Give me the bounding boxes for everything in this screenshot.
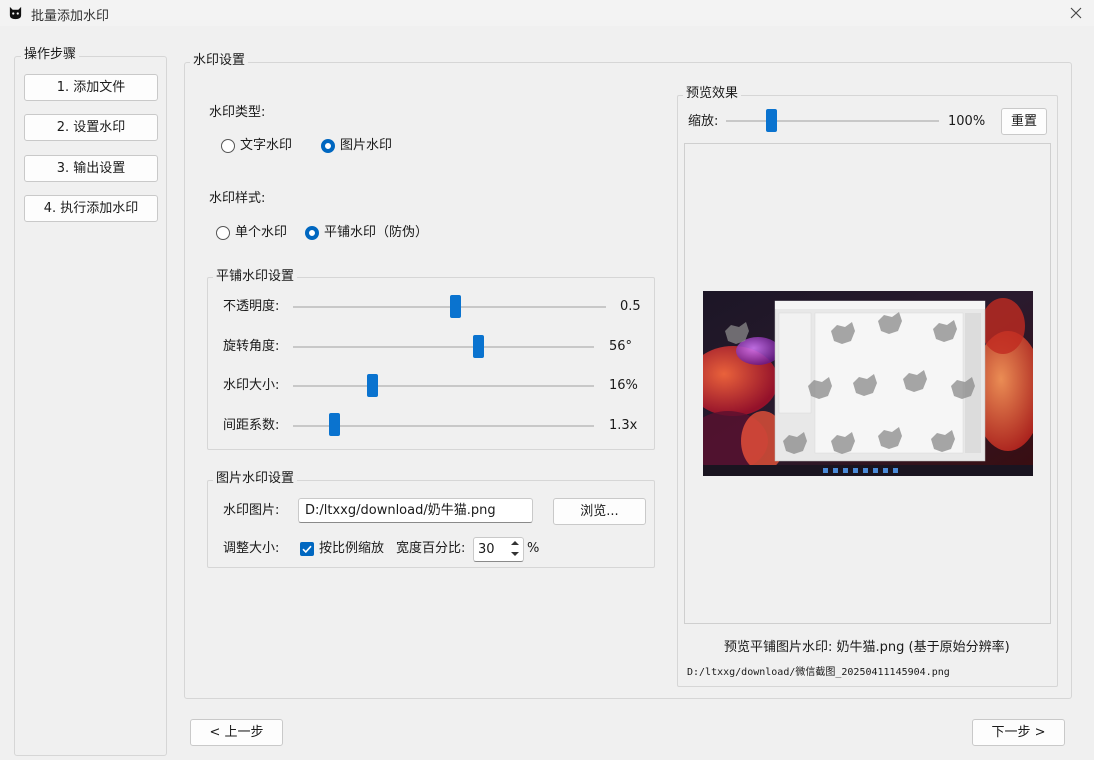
spacing-label: 间距系数: bbox=[223, 418, 280, 433]
type-label: 水印类型: bbox=[209, 105, 266, 120]
spin-up-icon[interactable] bbox=[509, 539, 521, 547]
rotation-value: 56° bbox=[609, 339, 633, 354]
watermark-image-label: 水印图片: bbox=[223, 503, 280, 518]
window-title: 批量添加水印 bbox=[31, 9, 110, 24]
text-watermark-radio[interactable] bbox=[221, 139, 235, 153]
width-percent-label: 宽度百分比: bbox=[396, 541, 466, 556]
prev-step-button[interactable]: < 上一步 bbox=[190, 719, 283, 746]
tiled-watermark-radio[interactable] bbox=[305, 226, 319, 240]
spacing-value: 1.3x bbox=[609, 418, 638, 433]
rotation-label: 旋转角度: bbox=[223, 339, 280, 354]
watermark-image-path-input[interactable]: D:/ltxxg/download/奶牛猫.png bbox=[298, 498, 533, 523]
proportional-label[interactable]: 按比例缩放 bbox=[319, 541, 384, 557]
opacity-slider-thumb[interactable] bbox=[450, 295, 461, 318]
spacing-slider-thumb[interactable] bbox=[329, 413, 340, 436]
preview-file-path: D:/ltxxg/download/微信截图_20250411145904.pn… bbox=[687, 667, 950, 678]
zoom-value: 100% bbox=[948, 114, 986, 129]
preview-caption: 预览平铺图片水印: 奶牛猫.png (基于原始分辨率) bbox=[724, 640, 1010, 655]
rotation-slider-track[interactable] bbox=[293, 346, 594, 348]
image-watermark-label[interactable]: 图片水印 bbox=[340, 138, 392, 154]
image-watermark-radio[interactable] bbox=[321, 139, 335, 153]
browse-button[interactable]: 浏览... bbox=[553, 498, 646, 525]
size-label: 水印大小: bbox=[223, 378, 280, 393]
preview-title: 预览效果 bbox=[683, 86, 742, 102]
spin-down-icon[interactable] bbox=[509, 550, 521, 558]
image-settings-title: 图片水印设置 bbox=[213, 471, 298, 487]
step-add-files-button[interactable]: 1. 添加文件 bbox=[24, 74, 158, 101]
next-step-button[interactable]: 下一步 > bbox=[972, 719, 1065, 746]
single-watermark-radio[interactable] bbox=[216, 226, 230, 240]
opacity-label: 不透明度: bbox=[223, 299, 280, 314]
step-execute-button[interactable]: 4. 执行添加水印 bbox=[24, 195, 158, 222]
proportional-checkbox[interactable] bbox=[300, 542, 314, 556]
title-bar: 批量添加水印 bbox=[0, 0, 1094, 26]
cat-app-icon bbox=[9, 6, 22, 20]
tiled-watermark-label[interactable]: 平铺水印（防伪） bbox=[324, 225, 428, 241]
reset-zoom-button[interactable]: 重置 bbox=[1001, 108, 1047, 135]
zoom-label: 缩放: bbox=[688, 114, 719, 129]
zoom-slider-track[interactable] bbox=[726, 120, 939, 122]
resize-label: 调整大小: bbox=[223, 541, 280, 556]
rotation-slider-thumb[interactable] bbox=[473, 335, 484, 358]
settings-title: 水印设置 bbox=[190, 53, 249, 69]
close-icon[interactable] bbox=[1066, 3, 1086, 23]
step-output-settings-button[interactable]: 3. 输出设置 bbox=[24, 155, 158, 182]
width-percent-value: 30 bbox=[478, 542, 495, 557]
opacity-value: 0.5 bbox=[620, 299, 641, 314]
steps-title: 操作步骤 bbox=[21, 47, 80, 63]
text-watermark-label[interactable]: 文字水印 bbox=[240, 138, 292, 154]
size-slider-track[interactable] bbox=[293, 385, 594, 387]
size-slider-thumb[interactable] bbox=[367, 374, 378, 397]
checkmark-icon bbox=[302, 545, 312, 554]
step-watermark-settings-button[interactable]: 2. 设置水印 bbox=[24, 114, 158, 141]
percent-unit: % bbox=[527, 541, 540, 556]
tile-settings-title: 平铺水印设置 bbox=[213, 269, 298, 285]
preview-image bbox=[703, 291, 1033, 476]
size-value: 16% bbox=[609, 378, 638, 393]
style-label: 水印样式: bbox=[209, 191, 266, 206]
zoom-slider-thumb[interactable] bbox=[766, 109, 777, 132]
single-watermark-label[interactable]: 单个水印 bbox=[235, 225, 287, 241]
